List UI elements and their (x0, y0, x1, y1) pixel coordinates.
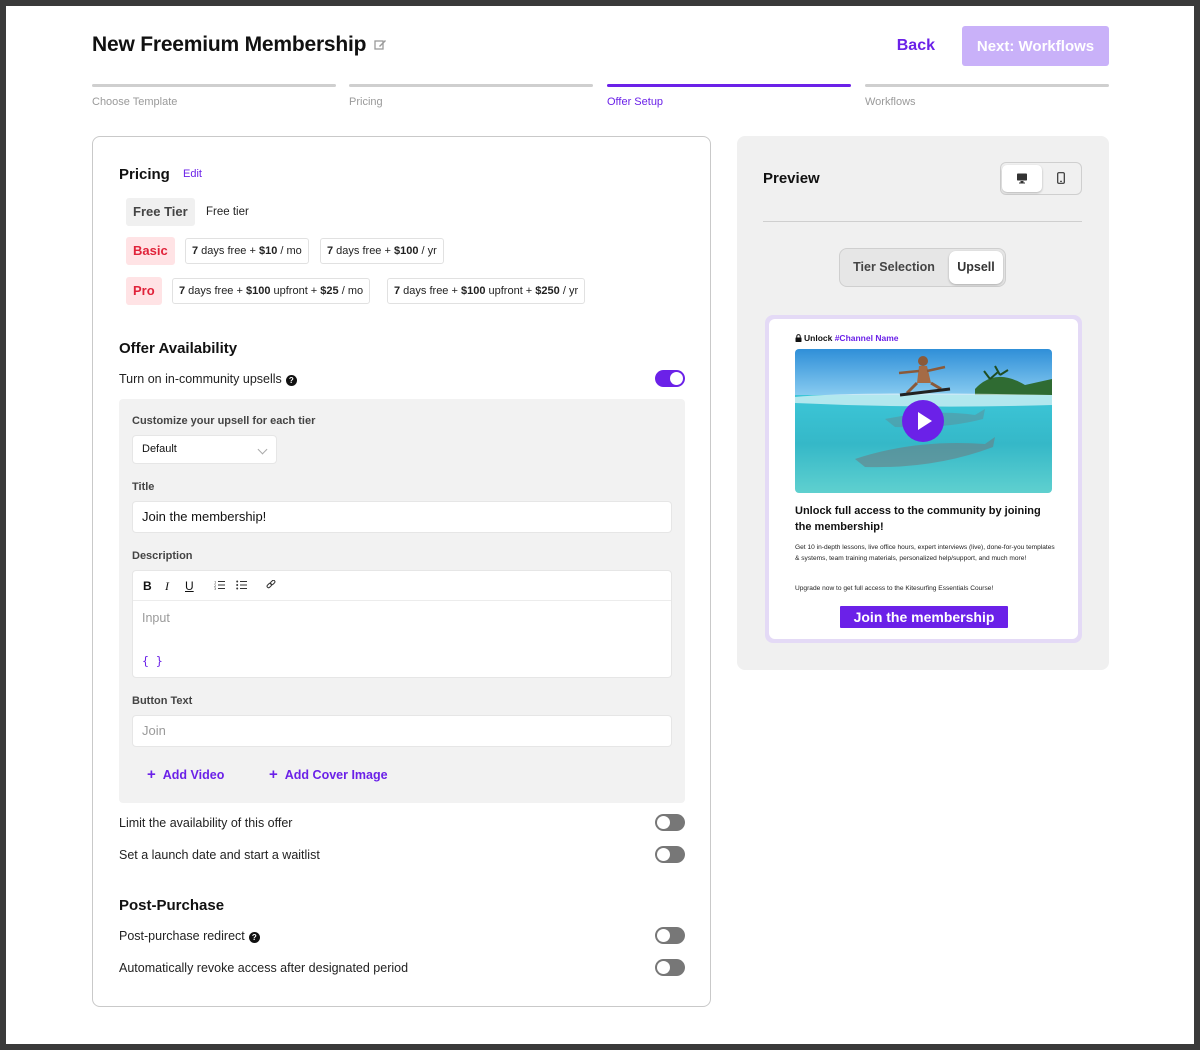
pricing-edit-link[interactable]: Edit (183, 168, 202, 180)
desktop-icon (1017, 173, 1027, 184)
back-button[interactable]: Back (897, 26, 935, 66)
mobile-icon (1057, 172, 1065, 184)
step-offer-setup[interactable]: Offer Setup (607, 84, 851, 108)
device-toggle (1000, 162, 1082, 195)
upsell-toggle[interactable] (655, 370, 685, 387)
basic-price-monthly: 7 days free + $10 / mo (185, 238, 309, 264)
offer-setup-card: Pricing Edit Free Tier Free tier Basic 7… (92, 136, 711, 1007)
title-input[interactable]: Join the membership! (132, 501, 672, 533)
toggle-knob (657, 848, 670, 861)
preview-tab-switcher: Tier Selection Upsell (839, 248, 1006, 287)
divider (763, 221, 1082, 222)
lock-icon (795, 334, 802, 342)
revoke-access-toggle[interactable] (655, 959, 685, 976)
redirect-label: Post-purchase redirect? (119, 929, 260, 943)
link-icon[interactable] (266, 580, 276, 590)
preview-heading: Unlock full access to the community by j… (795, 505, 1041, 533)
post-purchase-heading: Post-Purchase (119, 897, 225, 914)
step-bar (607, 84, 851, 87)
upsell-preview-card: Unlock #Channel Name Unlock full access … (769, 319, 1078, 639)
title-label: Title (132, 481, 155, 493)
underline-icon[interactable]: U (185, 579, 194, 593)
upsell-toggle-label: Turn on in-community upsells? (119, 372, 297, 386)
help-icon[interactable]: ? (248, 932, 260, 943)
step-bar (92, 84, 336, 87)
page-header: New Freemium Membership Back Next: Workf… (92, 26, 1109, 66)
play-icon[interactable] (901, 399, 945, 443)
button-text-label: Button Text (132, 695, 193, 707)
step-bar (865, 84, 1109, 87)
preview-title: Preview (763, 170, 820, 187)
offer-availability-heading: Offer Availability (119, 340, 238, 357)
preview-panel: Preview Tier Selection Upsell Unlock #Ch… (737, 136, 1109, 670)
step-bar (349, 84, 593, 87)
step-workflows[interactable]: Workflows (865, 84, 1109, 108)
toggle-knob (657, 961, 670, 974)
cover-video-thumbnail[interactable] (795, 349, 1052, 493)
step-label: Choose Template (92, 96, 178, 108)
tab-upsell[interactable]: Upsell (949, 251, 1003, 284)
add-video-button[interactable]: + Add Video (147, 766, 224, 783)
toggle-knob (657, 816, 670, 829)
plus-icon: + (147, 766, 156, 783)
help-icon[interactable]: ? (285, 375, 297, 386)
toggle-knob (657, 929, 670, 942)
step-choose-template[interactable]: Choose Template (92, 84, 336, 108)
bullet-list-icon[interactable] (236, 580, 247, 590)
pricing-heading: Pricing (119, 166, 170, 183)
join-membership-button[interactable]: Join the membership (840, 606, 1008, 628)
variable-braces-icon[interactable]: { } (142, 654, 163, 668)
preview-body: Get 10 in-depth lessons, live office hou… (795, 544, 1055, 562)
basic-price-yearly: 7 days free + $100 / yr (320, 238, 444, 264)
step-label: Pricing (349, 96, 383, 108)
edit-pencil-icon[interactable] (374, 38, 387, 51)
step-label: Offer Setup (607, 96, 664, 108)
pro-price-yearly: 7 days free + $100 upfront + $250 / yr (387, 278, 586, 304)
basic-tier-tag: Basic (126, 237, 175, 265)
free-tier-tag: Free Tier (126, 198, 195, 226)
limit-availability-toggle[interactable] (655, 814, 685, 831)
italic-icon[interactable]: I (165, 579, 169, 594)
description-label: Description (132, 550, 193, 562)
unlock-channel-line: Unlock #Channel Name (795, 333, 898, 343)
mobile-view-button[interactable] (1041, 165, 1081, 192)
next-workflows-button[interactable]: Next: Workflows (962, 26, 1109, 66)
tier-select-value: Default (142, 443, 177, 455)
chevron-down-icon (257, 444, 268, 455)
pro-price-monthly: 7 days free + $100 upfront + $25 / mo (172, 278, 371, 304)
free-tier-text: Free tier (206, 206, 249, 218)
button-text-input[interactable]: Join (132, 715, 672, 747)
stepper: Choose Template Pricing Offer Setup Work… (92, 84, 1109, 108)
preview-body-cta-line: Upgrade now to get full access to the Ki… (795, 585, 994, 592)
upsell-preview-frame: Unlock #Channel Name Unlock full access … (765, 315, 1082, 643)
desktop-view-button[interactable] (1002, 165, 1042, 192)
redirect-toggle[interactable] (655, 927, 685, 944)
tier-select[interactable]: Default (132, 435, 277, 464)
svg-text:3: 3 (214, 587, 216, 590)
launch-date-label: Set a launch date and start a waitlist (119, 848, 320, 862)
step-pricing[interactable]: Pricing (349, 84, 593, 108)
tab-tier-selection[interactable]: Tier Selection (842, 251, 946, 284)
limit-availability-label: Limit the availability of this offer (119, 816, 293, 830)
page-title: New Freemium Membership (92, 33, 367, 56)
customize-label: Customize your upsell for each tier (132, 415, 316, 427)
revoke-access-label: Automatically revoke access after design… (119, 961, 409, 975)
bold-icon[interactable]: B (143, 579, 152, 593)
upsell-customize-panel: Customize your upsell for each tier Defa… (119, 399, 685, 803)
add-cover-image-button[interactable]: + Add Cover Image (269, 766, 388, 783)
pro-tier-tag: Pro (126, 277, 162, 305)
ordered-list-icon[interactable]: 1 2 3 (214, 580, 225, 590)
launch-date-toggle[interactable] (655, 846, 685, 863)
plus-icon: + (269, 766, 278, 783)
toggle-knob (670, 372, 683, 385)
description-editor[interactable]: B I U 1 2 3 Input {} (132, 570, 672, 678)
description-placeholder: Input (142, 611, 170, 625)
step-label: Workflows (865, 96, 916, 108)
editor-toolbar: B I U 1 2 3 (133, 571, 671, 601)
